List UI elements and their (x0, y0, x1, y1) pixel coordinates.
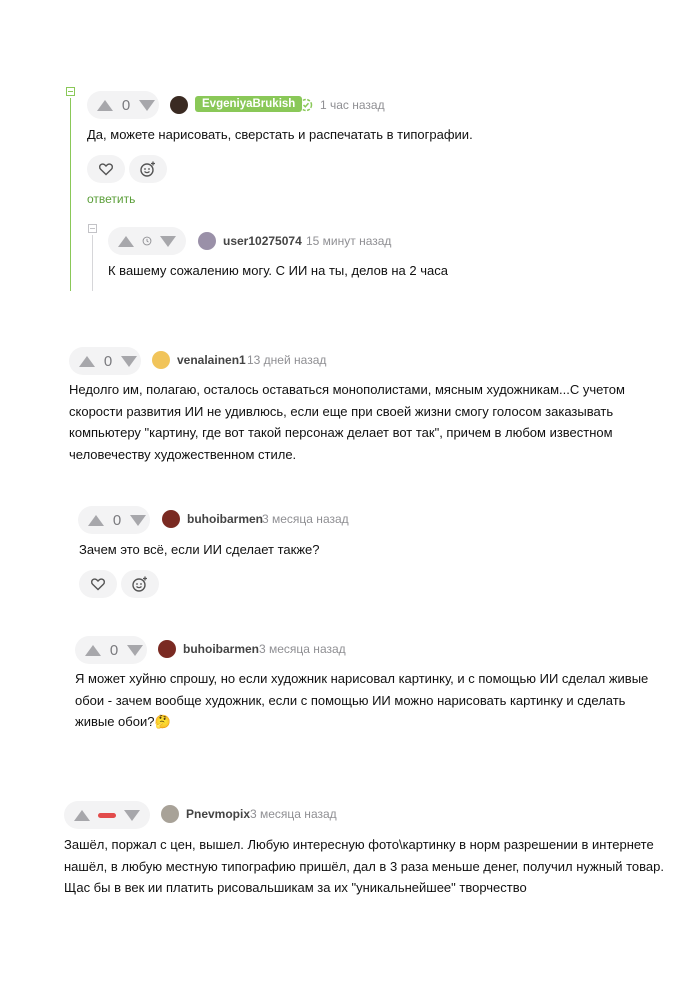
avatar[interactable] (162, 510, 180, 528)
comment-text: Я может хуйню спрошу, но если художник н… (75, 668, 648, 733)
downvote-icon[interactable] (130, 514, 146, 526)
upvote-icon[interactable] (88, 514, 104, 526)
heart-icon (98, 163, 114, 176)
vote-score: 0 (109, 641, 119, 659)
comment-text: Зашёл, поржал с цен, вышел. Любую интере… (64, 834, 664, 899)
reply-link[interactable]: ответить (87, 192, 135, 206)
thread-line (70, 98, 71, 291)
avatar[interactable] (161, 805, 179, 823)
text-line: обои - зачем вообще художник, если с пом… (75, 692, 626, 708)
comment-time: 15 минут назад (306, 234, 392, 248)
text-line: нашёл, в любую местную типографию пришёл… (64, 858, 664, 874)
text-line: Зашёл, поржал с цен, вышел. Любую интере… (64, 837, 654, 852)
vote-control (64, 801, 150, 829)
react-button[interactable] (121, 570, 159, 598)
downvote-icon[interactable] (121, 355, 137, 367)
comment-time: 3 месяца назад (262, 512, 349, 526)
avatar[interactable] (152, 351, 170, 369)
avatar[interactable] (170, 96, 188, 114)
text-line: Я может хуйню спрошу, но если художник н… (75, 671, 649, 686)
comment-text: Да, можете нарисовать, сверстать и распе… (87, 127, 473, 142)
downvote-icon[interactable] (160, 235, 176, 247)
vote-control (108, 227, 186, 255)
collapse-thread-toggle[interactable] (66, 87, 75, 96)
text-line: Щас бы в век ии платить рисовальшикам за… (64, 880, 527, 895)
heart-icon (90, 578, 106, 591)
smiley-plus-icon (140, 161, 155, 177)
text-line: компьютеру "картину, где вот такой персо… (69, 425, 613, 440)
downvote-icon[interactable] (139, 99, 155, 111)
vote-control: 0 (78, 506, 150, 534)
username[interactable]: Pnevmopix (186, 807, 250, 821)
text-line: скорости развития ИИ не удивлюсь, если е… (69, 403, 614, 419)
vote-control: 0 (87, 91, 159, 119)
username[interactable]: venalainen1 (177, 353, 246, 367)
like-button[interactable] (79, 570, 117, 598)
username[interactable]: user10275074 (223, 234, 302, 248)
downvote-icon[interactable] (124, 809, 140, 821)
smiley-plus-icon (132, 576, 147, 592)
vote-score: 0 (121, 96, 131, 114)
vote-control: 0 (69, 347, 141, 375)
thread-line (92, 235, 93, 291)
username[interactable]: buhoibarmen (183, 642, 259, 656)
comment-time: 3 месяца назад (250, 807, 337, 821)
verified-icon (299, 98, 313, 112)
negative-rating-bar (98, 812, 116, 818)
comment-time: 3 месяца назад (259, 642, 346, 656)
comment-text: Недолго им, полагаю, осталось оставаться… (69, 379, 625, 465)
upvote-icon[interactable] (85, 644, 101, 656)
upvote-icon[interactable] (79, 355, 95, 367)
text-line: живые обои?🤔 (75, 714, 171, 729)
upvote-icon[interactable] (97, 99, 113, 111)
downvote-icon[interactable] (127, 644, 143, 656)
vote-control: 0 (75, 636, 147, 664)
like-button[interactable] (87, 155, 125, 183)
text-line: человечеству художественном стиле. (69, 446, 297, 462)
text-line: Недолго им, полагаю, осталось оставаться… (69, 382, 625, 397)
comment-text: К вашему сожалению могу. С ИИ на ты, дел… (108, 263, 448, 278)
upvote-icon[interactable] (74, 809, 90, 821)
comment-text: Зачем это всё, если ИИ сделает также? (79, 542, 320, 557)
vote-score: 0 (112, 511, 122, 529)
upvote-icon[interactable] (118, 235, 134, 247)
username[interactable]: buhoibarmen (187, 512, 263, 526)
avatar[interactable] (198, 232, 216, 250)
avatar[interactable] (158, 640, 176, 658)
clock-icon (142, 236, 152, 246)
comment-time: 1 час назад (320, 98, 385, 112)
comment-time: 13 дней назад (247, 353, 327, 367)
collapse-thread-toggle[interactable] (88, 224, 97, 233)
react-button[interactable] (129, 155, 167, 183)
username-badge[interactable]: EvgeniyaBrukish (195, 96, 303, 112)
vote-score: 0 (103, 352, 113, 370)
